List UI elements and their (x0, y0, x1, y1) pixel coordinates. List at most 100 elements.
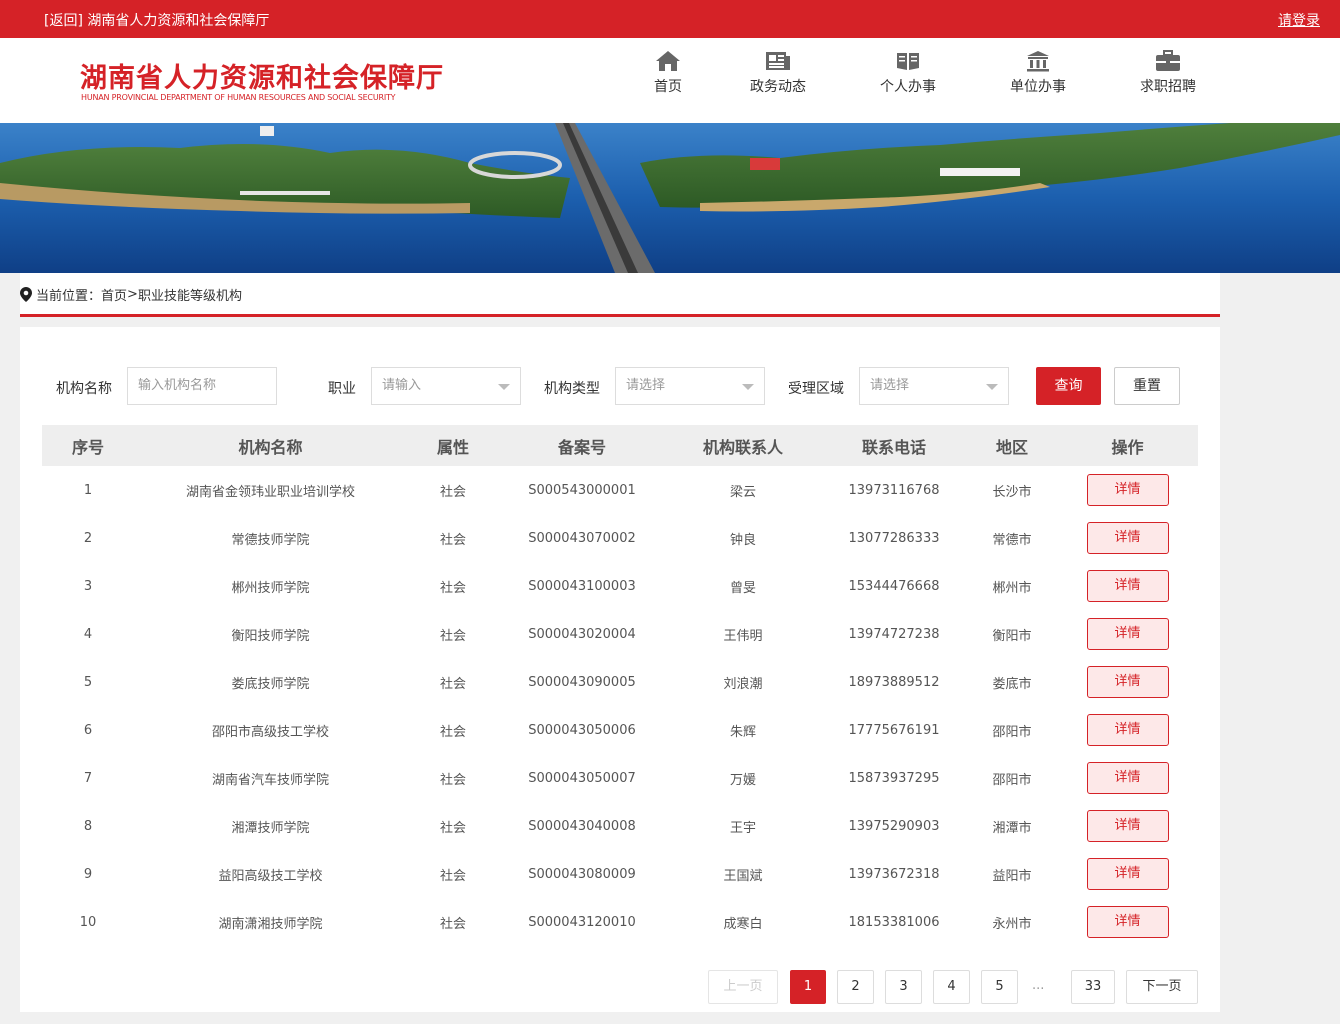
cell-org-name: 湖南省金领玮业职业培训学校 (185, 484, 355, 500)
next-page-button[interactable]: 下一页 (1126, 970, 1198, 1004)
col-header-index: 序号 (42, 425, 134, 466)
breadcrumb: 当前位置： 首页 > 职业技能等级机构 (20, 285, 242, 304)
breadcrumb-home-link[interactable]: 首页 (101, 285, 127, 304)
cell-attribute: 社会 (439, 532, 466, 548)
detail-button[interactable]: 详情 (1086, 714, 1169, 746)
cell-contact: 成寒白 (723, 916, 763, 932)
cell-record-no: S000043120010 (528, 914, 636, 930)
cell-region: 衡阳市 (992, 628, 1032, 644)
cell-phone: 13973672318 (848, 866, 940, 882)
chevron-down-icon (498, 384, 510, 390)
cell-index: 8 (83, 818, 93, 834)
query-button[interactable]: 查询 (1036, 367, 1101, 405)
table-row: 3 郴州技师学院 社会 S000043100003 曾旻 15344476668 郴州市 详情 (42, 562, 1198, 610)
cell-contact: 朱辉 (729, 724, 756, 740)
nav-item-home[interactable]: 首页 (623, 50, 713, 96)
nav-item-jobs[interactable]: 求职招聘 (1123, 50, 1213, 96)
detail-button[interactable]: 详情 (1086, 570, 1169, 602)
pagination: 上一页 1 2 3 4 5 ... 33 下一页 (20, 970, 1220, 1004)
area-select-placeholder: 请选择 (870, 378, 910, 393)
area-label: 受理区域 (788, 381, 844, 397)
col-header-org-name: 机构名称 (134, 425, 407, 466)
detail-button[interactable]: 详情 (1086, 666, 1169, 698)
cell-attribute: 社会 (439, 772, 466, 788)
cell-contact: 曾旻 (729, 580, 756, 596)
cell-action: 详情 (1057, 466, 1198, 514)
page-button-5[interactable]: 5 (981, 970, 1018, 1004)
nav-item-label: 首页 (654, 79, 682, 95)
detail-button[interactable]: 详情 (1086, 906, 1169, 938)
cell-contact: 万媛 (729, 772, 756, 788)
table-row: 4 衡阳技师学院 社会 S000043020004 王伟明 13974727238 衡阳市 详… (42, 610, 1198, 658)
detail-button[interactable]: 详情 (1086, 474, 1169, 506)
site-logo-subtitle: HUNAN PROVINCIAL DEPARTMENT OF HUMAN RES… (81, 93, 396, 102)
home-icon (656, 51, 680, 71)
table-row: 7 湖南省汽车技师学院 社会 S000043050007 万媛 15873937295 邵阳… (42, 754, 1198, 802)
cell-region: 娄底市 (992, 676, 1032, 692)
cell-action: 详情 (1057, 802, 1198, 850)
cell-org-name: 湖南省汽车技师学院 (211, 772, 329, 788)
col-header-phone: 联系电话 (821, 425, 967, 466)
table-row: 10 湖南潇湘技师学院 社会 S000043120010 成寒白 18153381006 永… (42, 898, 1198, 946)
reset-button[interactable]: 重置 (1114, 367, 1180, 405)
area-select[interactable]: 请选择 (859, 367, 1009, 405)
cell-org-name: 娄底技师学院 (231, 676, 310, 692)
cell-phone: 13975290903 (848, 818, 940, 834)
site-logo-title[interactable]: 湖南省人力资源和社会保障厅 (80, 56, 444, 95)
page-button-3[interactable]: 3 (885, 970, 922, 1004)
main-panel: 机构名称 职业 请输入 机构类型 请选择 受理区域 请选择 查询 重置 序号 机… (20, 327, 1220, 1012)
chevron-down-icon (986, 384, 998, 390)
table-header-row: 序号 机构名称 属性 备案号 机构联系人 联系电话 地区 操作 (42, 425, 1198, 466)
cell-phone: 18153381006 (848, 914, 940, 930)
page-button-2[interactable]: 2 (837, 970, 874, 1004)
col-header-attribute: 属性 (407, 425, 499, 466)
cell-attribute: 社会 (439, 724, 466, 740)
cell-record-no: S000043100003 (528, 578, 636, 594)
nav-item-organization[interactable]: 单位办事 (993, 50, 1083, 96)
detail-button[interactable]: 详情 (1086, 522, 1169, 554)
cell-attribute: 社会 (439, 484, 466, 500)
cell-contact: 梁云 (729, 484, 756, 500)
org-name-label: 机构名称 (56, 381, 112, 397)
hero-banner (0, 123, 1340, 273)
org-name-input[interactable] (138, 378, 268, 393)
job-label: 职业 (328, 381, 356, 397)
prev-page-button[interactable]: 上一页 (708, 970, 778, 1004)
org-name-input-box[interactable] (127, 367, 277, 405)
cell-index: 9 (83, 866, 93, 882)
book-icon (897, 53, 919, 70)
cell-index: 10 (79, 914, 97, 930)
back-link[interactable]: [返回] 湖南省人力资源和社会保障厅 (44, 10, 269, 30)
cell-attribute: 社会 (439, 628, 466, 644)
cell-phone: 17775676191 (848, 722, 940, 738)
nav-item-label: 单位办事 (1010, 79, 1066, 95)
detail-button[interactable]: 详情 (1086, 810, 1169, 842)
job-select[interactable]: 请输入 (371, 367, 521, 405)
chevron-down-icon (742, 384, 754, 390)
top-bar: [返回] 湖南省人力资源和社会保障厅 请登录 (0, 0, 1340, 38)
cell-action: 详情 (1057, 514, 1198, 562)
cell-phone: 15873937295 (848, 770, 940, 786)
table-row: 2 常德技师学院 社会 S000043070002 钟良 13077286333 常德市 详情 (42, 514, 1198, 562)
table-row: 1 湖南省金领玮业职业培训学校 社会 S000543000001 梁云 139731167… (42, 466, 1198, 514)
nav-item-label: 求职招聘 (1140, 79, 1196, 95)
cell-record-no: S000043080009 (528, 866, 636, 882)
detail-button[interactable]: 详情 (1086, 858, 1169, 890)
breadcrumb-prefix: 当前位置： (36, 289, 102, 304)
detail-button[interactable]: 详情 (1086, 762, 1169, 794)
cell-region: 郴州市 (992, 580, 1032, 596)
nav-item-personal[interactable]: 个人办事 (863, 50, 953, 96)
cell-org-name: 郴州技师学院 (231, 580, 310, 596)
cell-phone: 15344476668 (848, 578, 940, 594)
nav-item-label: 个人办事 (880, 79, 936, 95)
nav-item-news[interactable]: 政务动态 (733, 50, 823, 96)
org-type-select[interactable]: 请选择 (615, 367, 765, 405)
page-button-4[interactable]: 4 (933, 970, 970, 1004)
login-link[interactable]: 请登录 (1278, 10, 1320, 30)
cell-index: 6 (83, 722, 93, 738)
river-bridge-banner-image (0, 123, 1340, 273)
page-button-1[interactable]: 1 (790, 970, 826, 1004)
cell-region: 益阳市 (992, 868, 1032, 884)
page-button-last[interactable]: 33 (1071, 970, 1115, 1004)
detail-button[interactable]: 详情 (1086, 618, 1169, 650)
